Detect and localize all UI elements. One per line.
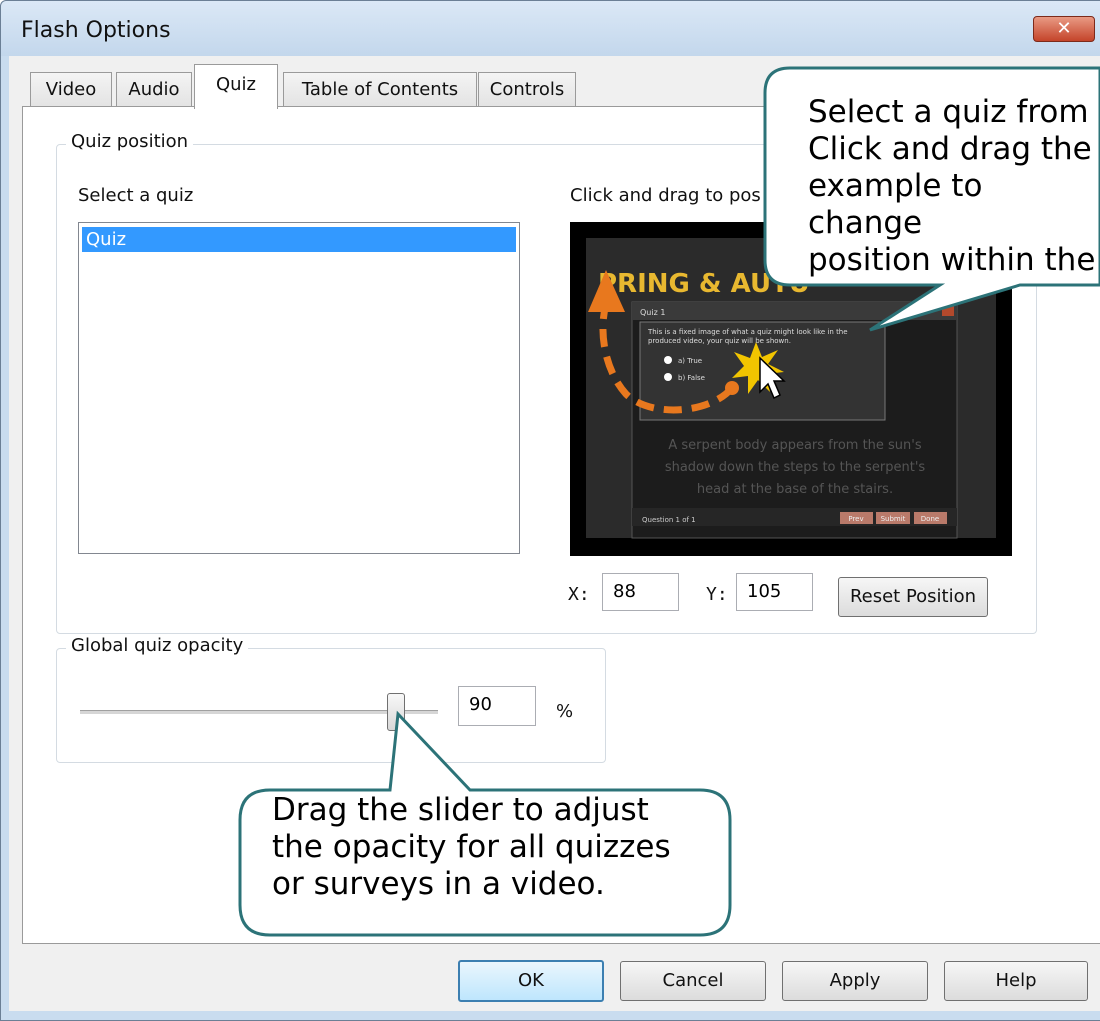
callout-top-right-text: Select a quiz from Click and drag the ex… <box>808 94 1096 278</box>
tab-quiz[interactable]: Quiz <box>194 64 278 109</box>
callout-bottom-text: Drag the slider to adjust the opacity fo… <box>272 792 671 902</box>
help-button[interactable]: Help <box>944 961 1088 1001</box>
apply-button[interactable]: Apply <box>782 961 928 1001</box>
cancel-button[interactable]: Cancel <box>620 961 766 1001</box>
ok-button[interactable]: OK <box>458 960 604 1002</box>
